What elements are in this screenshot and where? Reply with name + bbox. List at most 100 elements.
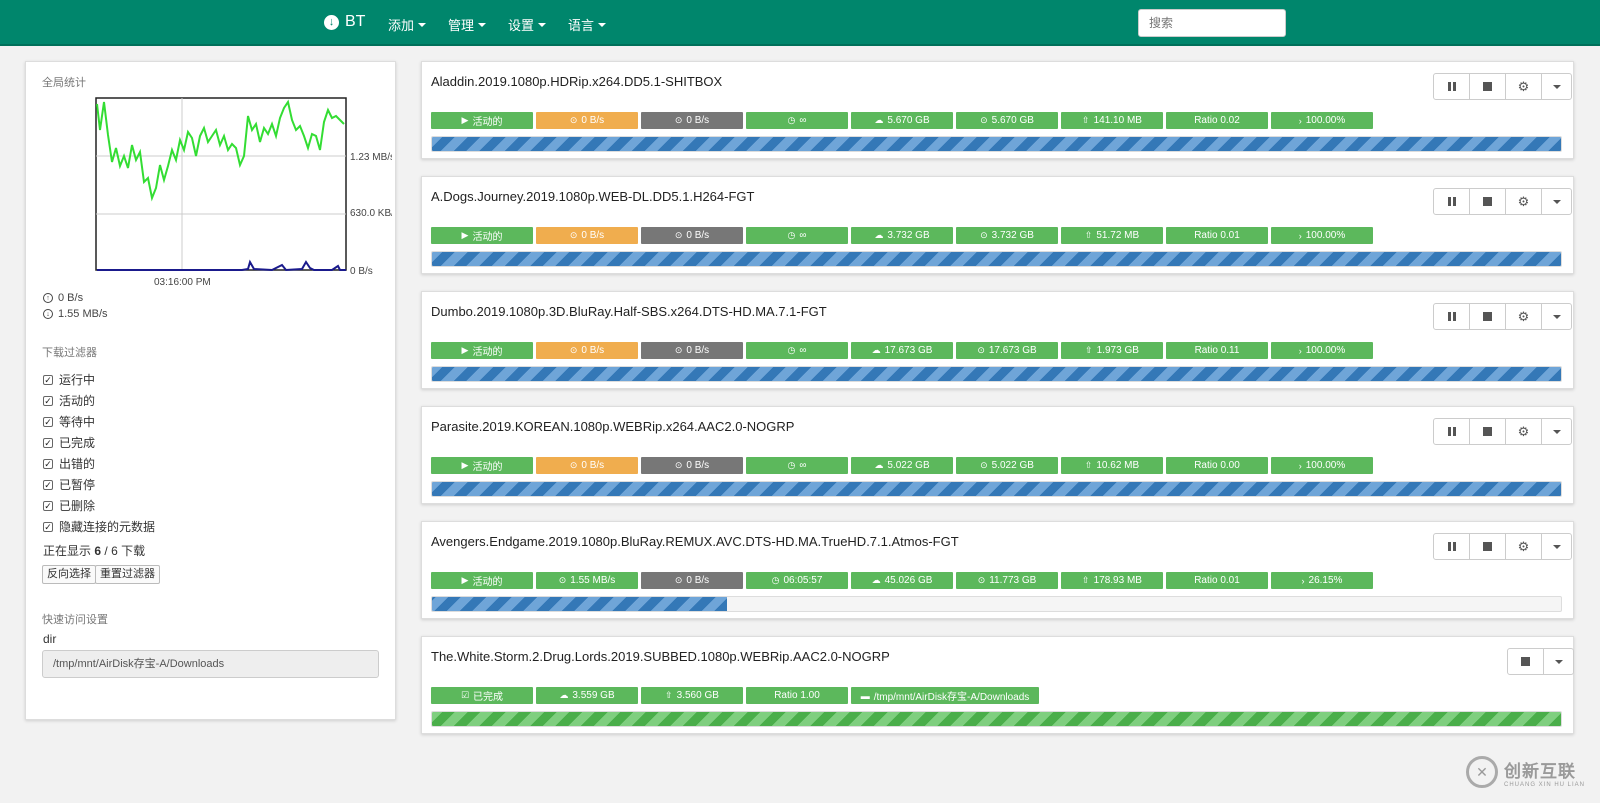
showing-sep: /: [104, 544, 108, 558]
torrent-stats: ▶ 活动的 ⊙ 0 B/s ⊙ 0 B/s ◷ ∞ ☁ 5.670 GB ⊙ 5.670 G…: [431, 112, 1373, 129]
up-speed-badge: ⊙ 0 B/s: [641, 227, 743, 244]
pause-button[interactable]: [1433, 418, 1470, 445]
checkbox-checked-icon[interactable]: ✓: [43, 500, 53, 511]
settings-button[interactable]: ⚙: [1505, 418, 1542, 445]
cloud-icon: ☁: [871, 345, 881, 355]
dir-input[interactable]: /tmp/mnt/AirDisk存宝-A/Downloads: [42, 650, 379, 678]
stop-icon: [1483, 427, 1492, 436]
filter-label: 已完成: [59, 436, 96, 450]
torrent-name: Avengers.Endgame.2019.1080p.BluRay.REMUX…: [431, 534, 959, 549]
menu-settings[interactable]: 设置: [508, 15, 547, 34]
caret-down-icon: [418, 22, 427, 27]
more-dropdown-button[interactable]: [1541, 533, 1572, 560]
showing-count: 正在显示 6 / 6 下载: [43, 542, 145, 559]
uploaded-badge: ⇧ 141.10 MB: [1061, 112, 1163, 129]
invert-selection-button[interactable]: 反向选择: [42, 565, 96, 584]
reset-filter-button[interactable]: 重置过滤器: [95, 565, 160, 584]
download-circle-icon: ⊙: [980, 460, 988, 470]
filter-waiting[interactable]: ✓ 等待中: [43, 413, 95, 430]
cloud-icon: ☁: [874, 230, 884, 240]
brand-link[interactable]: ↓ BT: [324, 13, 365, 31]
stop-button[interactable]: [1469, 418, 1506, 445]
torrent-card[interactable]: A.Dogs.Journey.2019.1080p.WEB-DL.DD5.1.H…: [421, 176, 1574, 274]
checkbox-checked-icon[interactable]: ✓: [43, 458, 53, 469]
ratio-badge: Ratio 0.01: [1166, 572, 1268, 589]
more-dropdown-button[interactable]: [1541, 303, 1572, 330]
progress-fill: [432, 597, 728, 611]
play-icon: ▶: [461, 115, 469, 125]
checkbox-checked-icon[interactable]: ✓: [43, 437, 53, 448]
filter-error[interactable]: ✓ 出错的: [43, 455, 95, 472]
upload-circle-icon: ⊙: [674, 345, 683, 355]
play-icon: ▶: [461, 460, 469, 470]
stop-button[interactable]: [1507, 648, 1544, 675]
filter-label: 隐藏连接的元数据: [59, 520, 156, 534]
menu-add[interactable]: 添加: [388, 15, 427, 34]
progress-badge: › 26.15%: [1271, 572, 1373, 589]
checkbox-checked-icon[interactable]: ✓: [43, 479, 53, 490]
settings-button[interactable]: ⚙: [1505, 303, 1542, 330]
upload-icon: ⇧: [1082, 115, 1090, 125]
stop-icon: [1521, 657, 1530, 666]
showing-count-value: 6: [94, 544, 102, 558]
filter-label: 运行中: [59, 373, 96, 387]
torrent-card[interactable]: Avengers.Endgame.2019.1080p.BluRay.REMUX…: [421, 521, 1574, 619]
torrent-card[interactable]: Aladdin.2019.1080p.HDRip.x264.DD5.1-SHIT…: [421, 61, 1574, 159]
more-dropdown-button[interactable]: [1541, 418, 1572, 445]
more-dropdown-button[interactable]: [1541, 73, 1572, 100]
torrent-card[interactable]: Parasite.2019.KOREAN.1080p.WEBRip.x264.A…: [421, 406, 1574, 504]
menu-language[interactable]: 语言: [568, 15, 607, 34]
y-tick-label: 1.23 MB/s: [350, 152, 392, 163]
more-dropdown-button[interactable]: [1543, 648, 1574, 675]
down-speed-badge: ⊙ 0 B/s: [536, 457, 638, 474]
torrent-actions: ⚙: [1433, 418, 1572, 445]
settings-button[interactable]: ⚙: [1505, 188, 1542, 215]
filter-running[interactable]: ✓ 运行中: [43, 371, 95, 388]
stop-button[interactable]: [1469, 188, 1506, 215]
torrent-stats: ▶ 活动的 ⊙ 0 B/s ⊙ 0 B/s ◷ ∞ ☁ 3.732 GB ⊙ 3.732 G…: [431, 227, 1373, 244]
checkbox-checked-icon[interactable]: ✓: [43, 416, 53, 427]
caret-down-icon: [1552, 544, 1561, 549]
progress-fill: [432, 712, 1561, 726]
filter-hide-metadata[interactable]: ✓ 隐藏连接的元数据: [43, 518, 155, 535]
checkbox-checked-icon[interactable]: ✓: [43, 374, 53, 385]
pause-button[interactable]: [1433, 533, 1470, 560]
clock-icon: ◷: [771, 575, 780, 585]
settings-button[interactable]: ⚙: [1505, 73, 1542, 100]
watermark-logo-icon: ✕: [1466, 756, 1498, 788]
filter-complete[interactable]: ✓ 已完成: [43, 434, 95, 451]
upload-circle-icon: ⊙: [674, 230, 683, 240]
torrent-stats: ▶ 活动的 ⊙ 0 B/s ⊙ 0 B/s ◷ ∞ ☁ 17.673 GB ⊙ 17.673…: [431, 342, 1373, 359]
downloaded-badge: ⊙ 11.773 GB: [956, 572, 1058, 589]
pause-button[interactable]: [1433, 188, 1470, 215]
size-badge: ☁ 17.673 GB: [851, 342, 953, 359]
filter-removed[interactable]: ✓ 已删除: [43, 497, 95, 514]
torrent-name: A.Dogs.Journey.2019.1080p.WEB-DL.DD5.1.H…: [431, 189, 755, 204]
play-icon: ▶: [461, 575, 469, 585]
torrent-card[interactable]: The.White.Storm.2.Drug.Lords.2019.SUBBED…: [421, 636, 1574, 734]
pause-button[interactable]: [1433, 303, 1470, 330]
menu-manage[interactable]: 管理: [448, 15, 487, 34]
dir-badge: ▬/tmp/mnt/AirDisk存宝-A/Downloads: [851, 687, 1039, 704]
download-circle-icon: ⊙: [569, 460, 578, 470]
pause-button[interactable]: [1433, 73, 1470, 100]
filter-active[interactable]: ✓ 活动的: [43, 392, 95, 409]
progress-bar: [431, 481, 1562, 497]
size-badge: ☁ 5.670 GB: [851, 112, 953, 129]
more-dropdown-button[interactable]: [1541, 188, 1572, 215]
pause-icon: [1447, 197, 1456, 206]
ratio-badge: Ratio 0.11: [1166, 342, 1268, 359]
torrent-card[interactable]: Dumbo.2019.1080p.3D.BluRay.Half-SBS.x264…: [421, 291, 1574, 389]
filter-paused[interactable]: ✓ 已暂停: [43, 476, 95, 493]
eta-badge: ◷ ∞: [746, 227, 848, 244]
downloaded-badge: ⊙ 17.673 GB: [956, 342, 1058, 359]
down-speed-badge: ⊙ 1.55 MB/s: [536, 572, 638, 589]
checkbox-checked-icon[interactable]: ✓: [43, 395, 53, 406]
stop-button[interactable]: [1469, 303, 1506, 330]
checkbox-checked-icon[interactable]: ✓: [43, 521, 53, 532]
filter-title: 下载过滤器: [42, 347, 97, 359]
search-input[interactable]: [1138, 9, 1286, 37]
stop-button[interactable]: [1469, 73, 1506, 100]
stop-button[interactable]: [1469, 533, 1506, 560]
settings-button[interactable]: ⚙: [1505, 533, 1542, 560]
